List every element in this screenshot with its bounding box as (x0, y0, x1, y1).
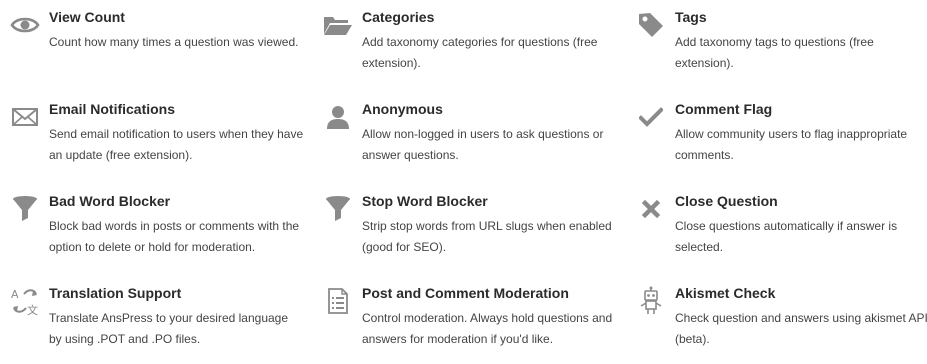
feature-bad-word-blocker: Bad Word Blocker Block bad words in post… (8, 192, 299, 272)
feature-post-and-comment-moderation: Post and Comment Moderation Control mode… (321, 284, 612, 364)
feature-text: Bad Word Blocker Block bad words in post… (49, 192, 304, 258)
feature-title: Comment Flag (675, 101, 773, 117)
feature-text: Stop Word Blocker Strip stop words from … (362, 192, 617, 258)
check-icon (634, 100, 668, 134)
feature-description: Allow community users to flag inappropri… (675, 127, 908, 162)
filter-icon (8, 192, 42, 226)
feature-text: Comment Flag Allow community users to fl… (675, 100, 927, 166)
filter-icon (321, 192, 355, 226)
feature-anonymous: Anonymous Allow non-logged in users to a… (321, 100, 611, 180)
feature-text: Close Question Close questions automatic… (675, 192, 927, 258)
feature-description: Add taxonomy tags to questions (free ext… (675, 35, 874, 70)
feature-comment-flag: Comment Flag Allow community users to fl… (634, 100, 924, 180)
translate-icon: A ⽂ (8, 284, 42, 318)
close-icon (634, 192, 668, 226)
feature-text: Email Notifications Send email notificat… (49, 100, 304, 166)
feature-description: Send email notification to users when th… (49, 127, 304, 162)
feature-text: Categories Add taxonomy categories for q… (362, 8, 617, 74)
feature-description: Control moderation. Always hold question… (362, 311, 613, 346)
feature-title: Translation Support (49, 285, 182, 301)
feature-title: View Count (49, 9, 125, 25)
feature-text: View Count Count how many times a questi… (49, 8, 304, 53)
robot-icon (634, 284, 668, 318)
svg-text:A: A (11, 288, 19, 301)
folder-icon (321, 8, 355, 42)
feature-email-notifications: Email Notifications Send email notificat… (8, 100, 303, 180)
feature-text: Translation Support Translate AnsPress t… (49, 284, 304, 350)
feature-title: Akismet Check (675, 285, 776, 301)
feature-translation-support: A ⽂ Translation Support Translate AnsPre… (8, 284, 298, 364)
feature-title: Anonymous (362, 101, 443, 117)
feature-title: Post and Comment Moderation (362, 285, 569, 301)
feature-description: Add taxonomy categories for questions (f… (362, 35, 598, 70)
feature-tags: Tags Add taxonomy tags to questions (fre… (634, 8, 924, 88)
eye-icon (8, 8, 42, 42)
feature-description: Count how many times a question was view… (49, 35, 299, 49)
feature-text: Post and Comment Moderation Control mode… (362, 284, 617, 350)
feature-text: Tags Add taxonomy tags to questions (fre… (675, 8, 927, 74)
document-list-icon (321, 284, 355, 318)
feature-title: Stop Word Blocker (362, 193, 488, 209)
feature-description: Close questions automatically if answer … (675, 219, 898, 254)
svg-text:⽂: ⽂ (27, 303, 38, 316)
user-icon (321, 100, 355, 134)
feature-stop-word-blocker: Stop Word Blocker Strip stop words from … (321, 192, 612, 272)
feature-close-question: Close Question Close questions automatic… (634, 192, 924, 272)
feature-title: Email Notifications (49, 101, 176, 117)
feature-description: Strip stop words from URL slugs when ena… (362, 219, 612, 254)
feature-description: Allow non-logged in users to ask questio… (362, 127, 604, 162)
feature-text: Akismet Check Check question and answers… (675, 284, 927, 350)
feature-akismet-check: Akismet Check Check question and answers… (634, 284, 927, 364)
feature-description: Block bad words in posts or comments wit… (49, 219, 300, 254)
feature-view-count: View Count Count how many times a questi… (8, 8, 298, 88)
feature-title: Tags (675, 9, 707, 25)
feature-title: Close Question (675, 193, 778, 209)
feature-categories: Categories Add taxonomy categories for q… (321, 8, 611, 88)
tag-icon (634, 8, 668, 42)
envelope-icon (8, 100, 42, 134)
feature-description: Check question and answers using akismet… (675, 311, 927, 346)
feature-description: Translate AnsPress to your desired langu… (49, 311, 289, 346)
feature-text: Anonymous Allow non-logged in users to a… (362, 100, 617, 166)
features-grid: View Count Count how many times a questi… (0, 0, 927, 349)
feature-title: Categories (362, 9, 435, 25)
feature-title: Bad Word Blocker (49, 193, 171, 209)
